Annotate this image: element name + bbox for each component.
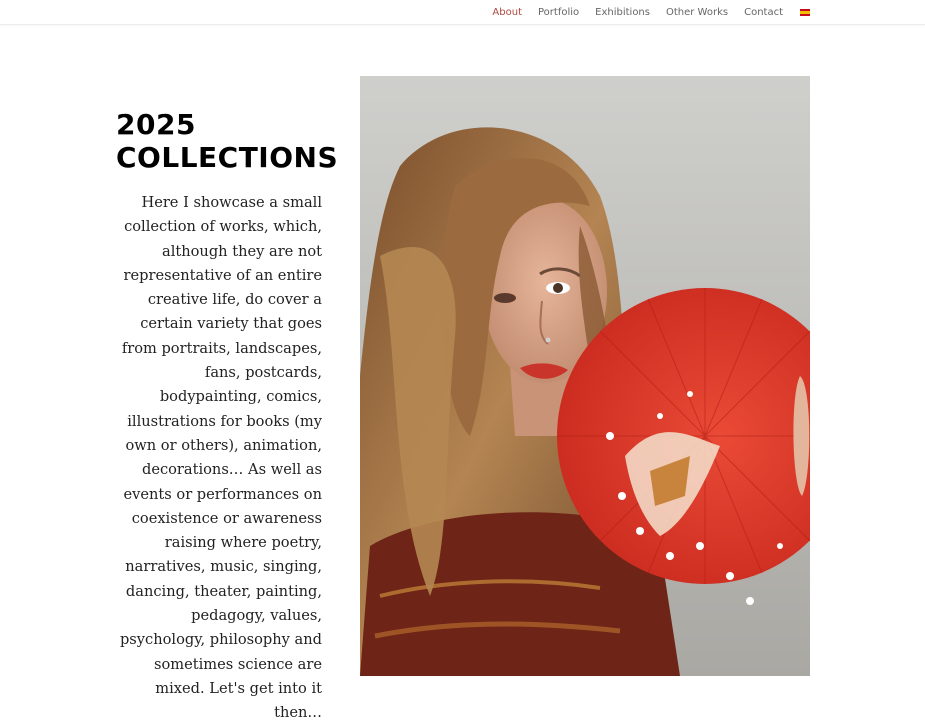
nav-other-works[interactable]: Other Works bbox=[666, 7, 728, 18]
artist-portrait-photo bbox=[360, 76, 810, 676]
top-navigation-bar: About Portfolio Exhibitions Other Works … bbox=[0, 0, 925, 25]
page-title: 2025 COLLECTIONS bbox=[116, 108, 339, 174]
spain-flag-icon[interactable] bbox=[800, 8, 810, 16]
nav-about[interactable]: About bbox=[492, 7, 522, 18]
intro-text: Here I showcase a small collection of wo… bbox=[119, 194, 322, 722]
nav-contact[interactable]: Contact bbox=[744, 7, 783, 18]
nav-exhibitions[interactable]: Exhibitions bbox=[595, 7, 650, 18]
main-nav: About Portfolio Exhibitions Other Works … bbox=[476, 0, 810, 24]
nav-portfolio[interactable]: Portfolio bbox=[538, 7, 579, 18]
